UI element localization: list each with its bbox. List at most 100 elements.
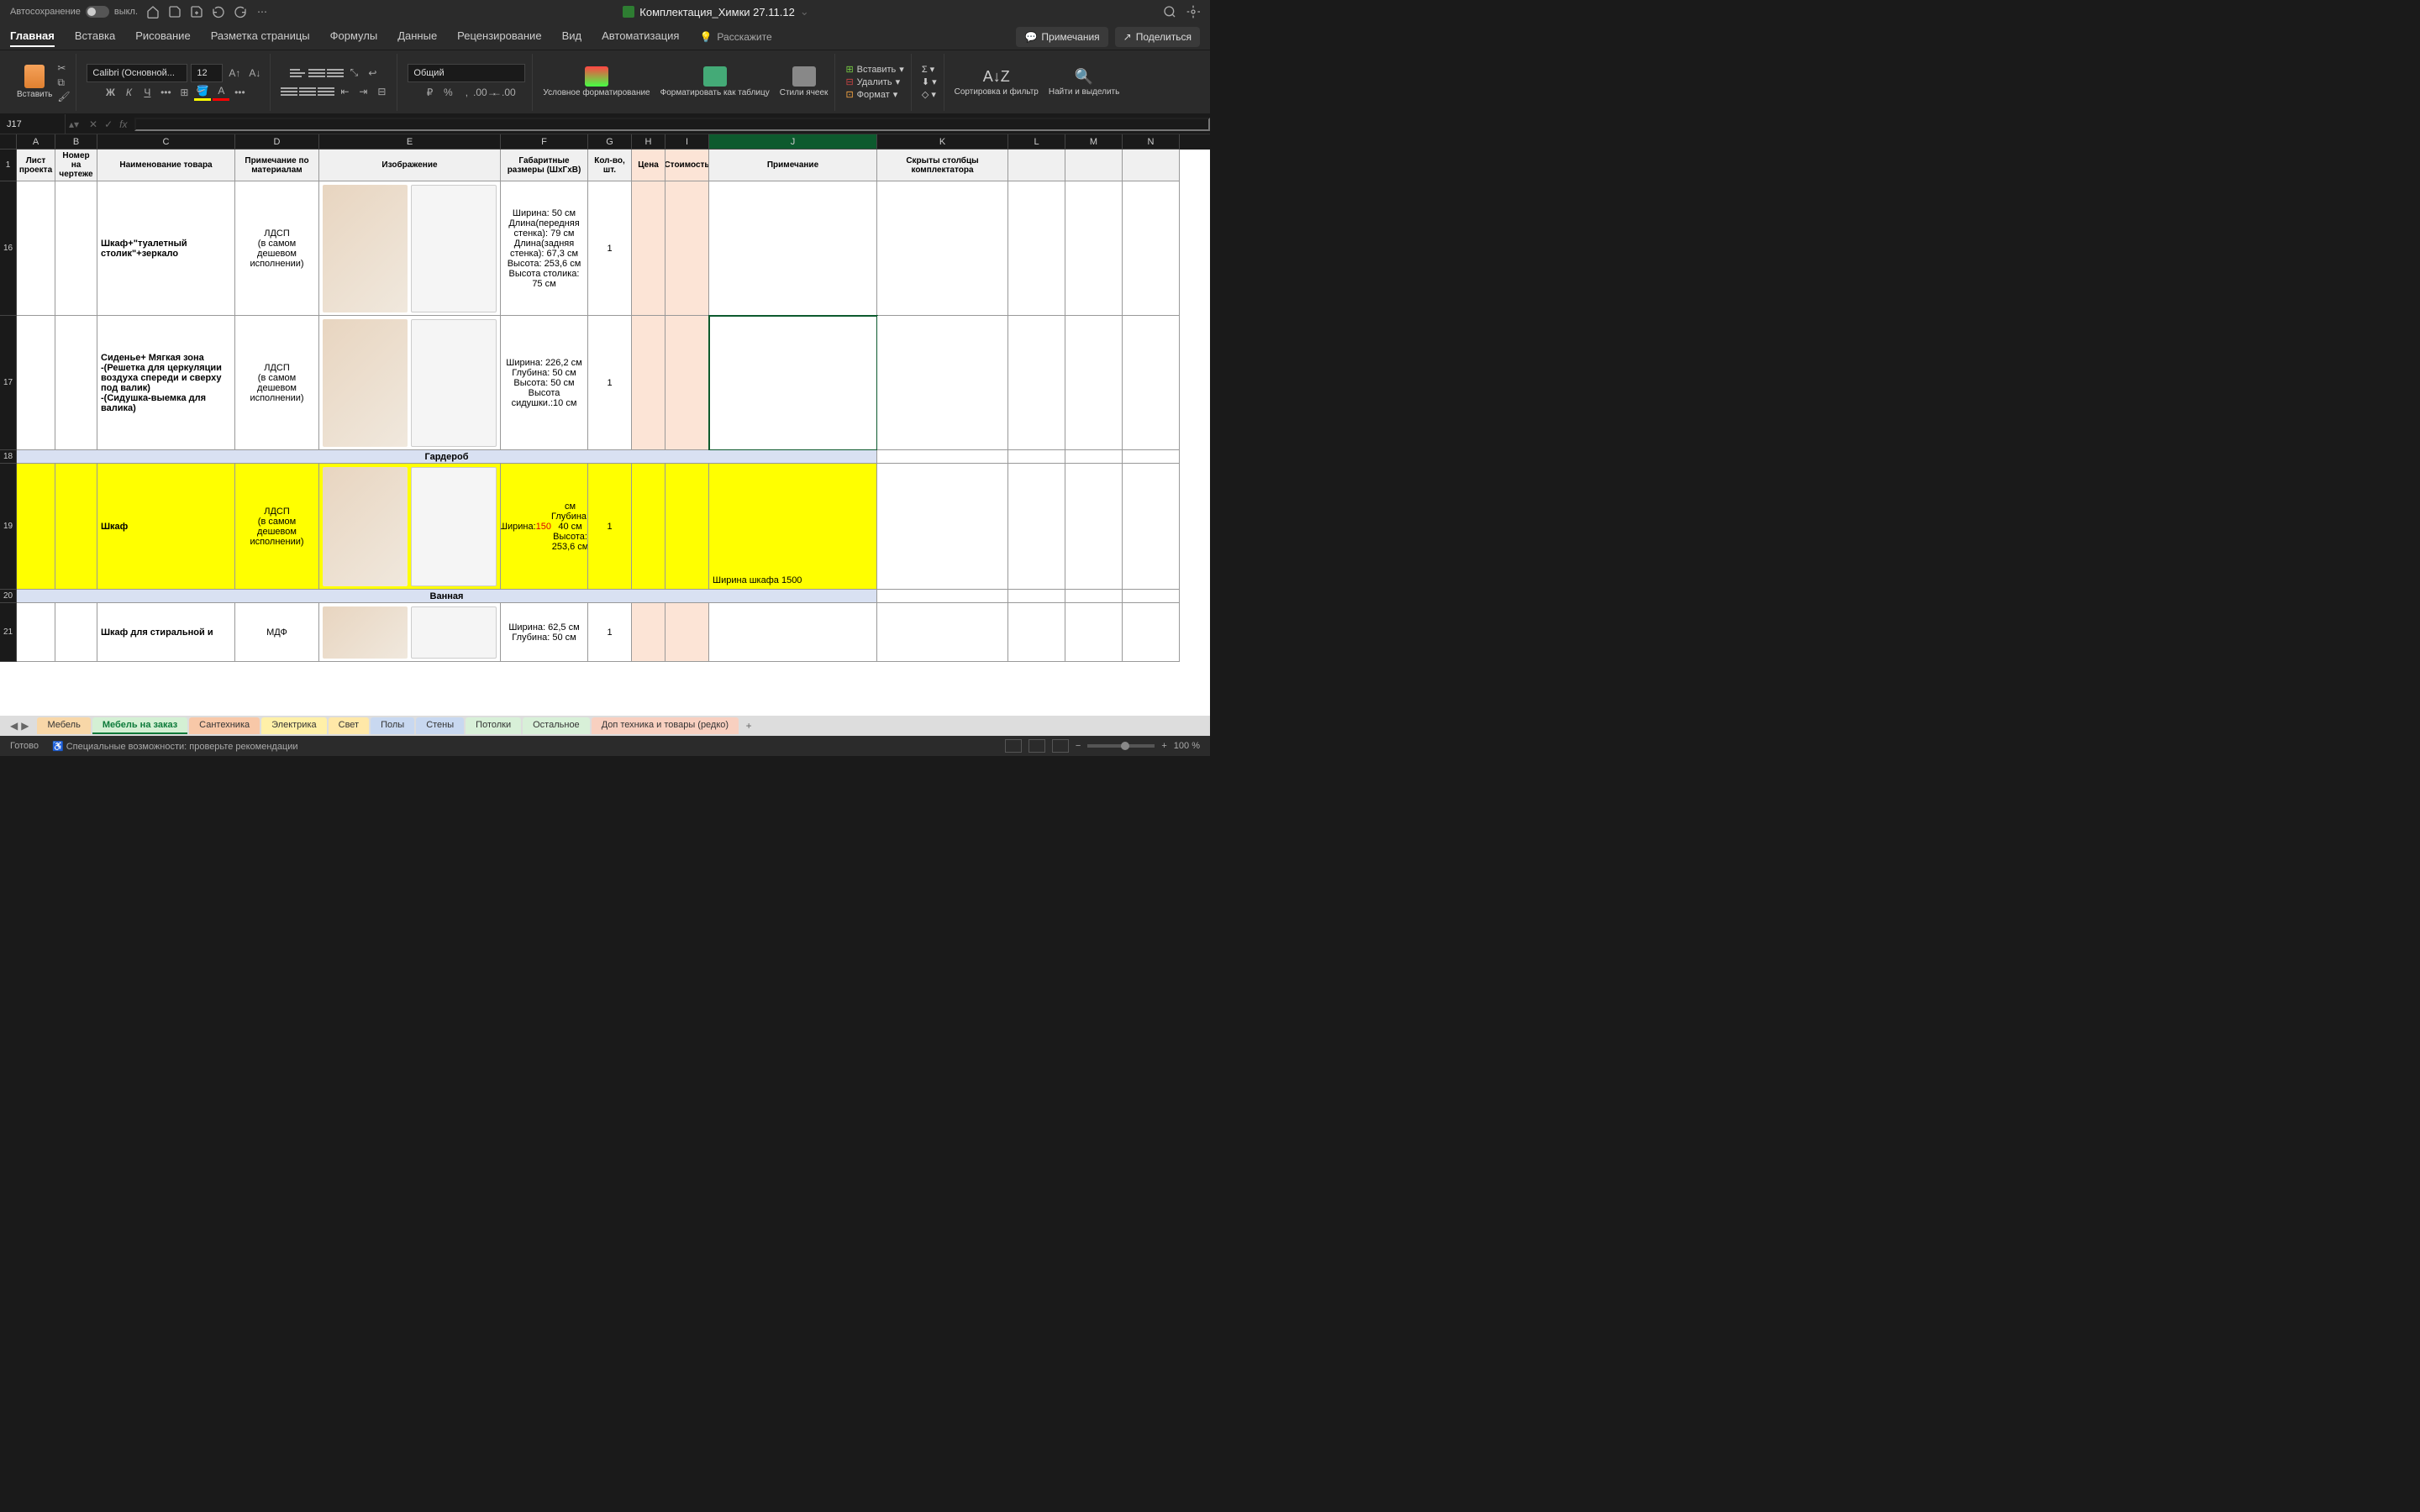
cell[interactable]: Шкаф+"туалетный столик"+зеркало xyxy=(97,181,235,316)
italic-button[interactable]: К xyxy=(120,84,137,101)
merge-button[interactable]: ⊟ xyxy=(373,83,390,100)
size-select[interactable] xyxy=(191,64,223,82)
sheet-tab[interactable]: Потолки xyxy=(466,717,521,734)
cell[interactable] xyxy=(17,316,55,450)
cell[interactable]: 1 xyxy=(588,316,632,450)
align-top-right[interactable] xyxy=(327,66,344,81)
cell[interactable]: Наименование товара xyxy=(97,150,235,181)
save-icon[interactable] xyxy=(168,5,182,18)
cancel-formula-icon[interactable]: ✕ xyxy=(89,118,97,130)
cell[interactable]: Кол-во, шт. xyxy=(588,150,632,181)
cell[interactable] xyxy=(877,590,1008,603)
accessibility-status[interactable]: ♿ Специальные возможности: проверьте рек… xyxy=(52,741,298,752)
confirm-formula-icon[interactable]: ✓ xyxy=(104,118,113,130)
sheet-tab[interactable]: Полы xyxy=(371,717,414,734)
cell[interactable] xyxy=(1008,450,1065,464)
name-box[interactable]: J17 xyxy=(0,114,66,134)
cell[interactable] xyxy=(877,603,1008,662)
cell[interactable] xyxy=(877,316,1008,450)
fx-icon[interactable]: fx xyxy=(119,118,127,130)
cell[interactable] xyxy=(632,464,666,590)
align-top-left[interactable] xyxy=(290,66,307,81)
cell[interactable] xyxy=(666,603,709,662)
ribbon-tab-2[interactable]: Рисование xyxy=(135,26,190,47)
cell[interactable] xyxy=(1065,316,1123,450)
cell[interactable]: Номер на чертеже xyxy=(55,150,97,181)
cell[interactable] xyxy=(877,181,1008,316)
autosum-button[interactable]: Σ ▾ xyxy=(922,64,937,75)
row-header[interactable]: 19 xyxy=(0,464,17,590)
clear-button[interactable]: ◇ ▾ xyxy=(922,89,937,100)
strike-button[interactable]: ••• xyxy=(157,84,174,101)
col-header-G[interactable]: G xyxy=(588,134,632,150)
orientation-button[interactable]: ⤡ xyxy=(345,65,362,81)
row-header[interactable]: 17 xyxy=(0,316,17,450)
cell[interactable] xyxy=(1008,464,1065,590)
indent-less[interactable]: ⇤ xyxy=(336,83,353,100)
cell[interactable] xyxy=(1065,603,1123,662)
cell[interactable] xyxy=(1065,590,1123,603)
cell[interactable]: ЛДСП(в самом дешевом исполнении) xyxy=(235,181,319,316)
cell[interactable] xyxy=(1123,450,1180,464)
ribbon-tab-4[interactable]: Формулы xyxy=(330,26,378,47)
underline-button[interactable]: Ч xyxy=(139,84,155,101)
sheet-tab[interactable]: Мебель xyxy=(37,717,90,734)
cell[interactable] xyxy=(1008,590,1065,603)
cell[interactable] xyxy=(1065,181,1123,316)
cell[interactable] xyxy=(17,603,55,662)
cell[interactable] xyxy=(17,464,55,590)
toggle-switch[interactable] xyxy=(86,6,109,18)
page-break-button[interactable] xyxy=(1052,739,1069,753)
cell[interactable] xyxy=(55,316,97,450)
indent-more[interactable]: ⇥ xyxy=(355,83,371,100)
copy-icon[interactable]: ⧉ xyxy=(57,76,69,88)
tab-nav-right-icon[interactable]: ▶ xyxy=(21,720,29,732)
col-header-C[interactable]: C xyxy=(97,134,235,150)
col-header-M[interactable]: M xyxy=(1065,134,1123,150)
cell[interactable] xyxy=(319,181,501,316)
cell[interactable]: 1 xyxy=(588,464,632,590)
col-header-K[interactable]: K xyxy=(877,134,1008,150)
cell[interactable] xyxy=(319,464,501,590)
tell-me[interactable]: 💡 Расскажите xyxy=(699,31,771,43)
cell[interactable] xyxy=(709,603,877,662)
col-header-E[interactable]: E xyxy=(319,134,501,150)
cell[interactable] xyxy=(1123,603,1180,662)
format-painter-icon[interactable]: 🖌 xyxy=(57,91,69,102)
cell[interactable] xyxy=(1008,316,1065,450)
format-table-button[interactable]: Форматировать как таблицу xyxy=(660,66,770,97)
cell[interactable] xyxy=(1123,181,1180,316)
sheet-tab[interactable]: Сантехника xyxy=(189,717,260,734)
cell[interactable]: Ширина: 50 смДлина(передняя стенка): 79 … xyxy=(501,181,588,316)
font-color-button[interactable]: A xyxy=(213,84,229,101)
cut-icon[interactable]: ✂ xyxy=(57,62,69,74)
phonetic-button[interactable]: ••• xyxy=(231,84,248,101)
cell[interactable]: Стоимость xyxy=(666,150,709,181)
cell[interactable] xyxy=(1123,464,1180,590)
cell[interactable] xyxy=(55,181,97,316)
sheet-tab[interactable]: Остальное xyxy=(523,717,590,734)
home-icon[interactable] xyxy=(146,5,160,18)
cell[interactable] xyxy=(55,464,97,590)
cell[interactable] xyxy=(709,181,877,316)
increase-font-icon[interactable]: A↑ xyxy=(226,65,243,81)
share-button[interactable]: ↗Поделиться xyxy=(1115,27,1200,47)
fill-color-button[interactable]: 🪣 xyxy=(194,84,211,101)
zoom-out-button[interactable]: − xyxy=(1076,741,1081,751)
cell[interactable] xyxy=(632,181,666,316)
sheet-tab[interactable]: Доп техника и товары (редко) xyxy=(592,717,739,734)
cell[interactable]: Ширина: 150смГлубина: 40 смВысота: 253,6… xyxy=(501,464,588,590)
cell[interactable]: Скрыты столбцы комплектатора xyxy=(877,150,1008,181)
insert-cells-button[interactable]: ⊞Вставить ▾ xyxy=(845,64,903,75)
cell[interactable]: Сиденье+ Мягкая зона-(Решетка для церкул… xyxy=(97,316,235,450)
undo-icon[interactable] xyxy=(212,5,225,18)
cell[interactable]: ЛДСП(в самом дешевом исполнении) xyxy=(235,464,319,590)
cell[interactable] xyxy=(17,181,55,316)
tab-nav-left-icon[interactable]: ◀ xyxy=(10,720,18,732)
find-select-button[interactable]: 🔍Найти и выделить xyxy=(1049,68,1119,97)
page-layout-button[interactable] xyxy=(1028,739,1045,753)
cell[interactable] xyxy=(1065,150,1123,181)
redo-icon[interactable] xyxy=(234,5,247,18)
save-as-icon[interactable] xyxy=(190,5,203,18)
cell[interactable]: Гардероб xyxy=(17,450,877,464)
